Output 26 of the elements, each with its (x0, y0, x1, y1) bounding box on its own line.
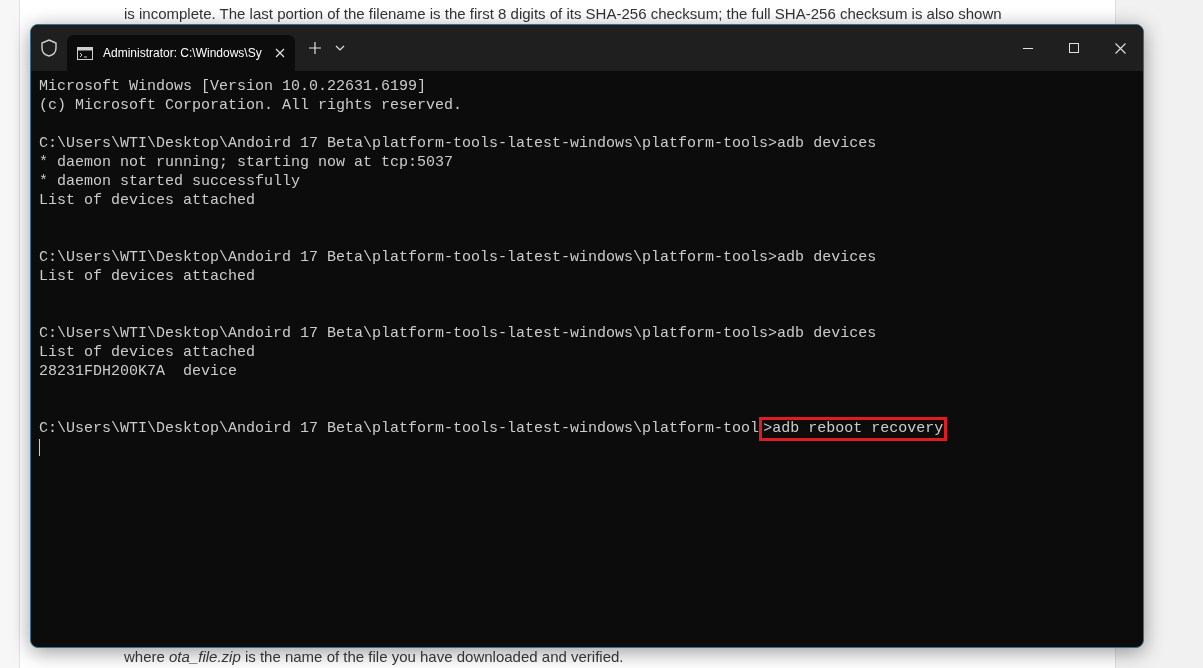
terminal-line: List of devices attached (39, 343, 257, 362)
terminal-line: List of devices attached (39, 267, 257, 286)
tab-title: Administrator: C:\Windows\Sy (103, 45, 262, 62)
terminal-line: C:\Users\WTI\Desktop\Andoird 17 Beta\platform-tools-latest-windows\platform-tools>adb devices (39, 248, 878, 267)
terminal-line: * daemon not running; starting now at tcp:5037 (39, 153, 455, 172)
article-text: is incomplete. The last portion of the filename is the first 8 digits of its SHA-256 checksum; the full SHA-256 checksum is also shown (123, 4, 1002, 24)
terminal-line: C:\Users\WTI\Desktop\Andoird 17 Beta\platform-tools-latest-windows\platform-tool (39, 419, 760, 438)
text-cursor (39, 439, 40, 456)
article-text: where ota_file.zip is the name of the file you have downloaded and verified. (123, 648, 624, 665)
terminal-line: C:\Users\WTI\Desktop\Andoird 17 Beta\platform-tools-latest-windows\platform-tools>adb devices (39, 134, 878, 153)
chevron-down-icon[interactable] (335, 45, 345, 51)
shield-icon (41, 39, 57, 57)
terminal-line: C:\Users\WTI\Desktop\Andoird 17 Beta\platform-tools-latest-windows\platform-tools>adb devices (39, 324, 878, 343)
terminal-line: (c) Microsoft Corporation. All rights reserved. (39, 96, 464, 115)
maximize-icon (1069, 43, 1079, 53)
terminal-line: 28231FDH200K7A device (39, 362, 239, 381)
terminal-line: Microsoft Windows [Version 10.0.22631.6199] (39, 77, 428, 96)
close-icon[interactable] (275, 48, 285, 58)
terminal-line: * daemon started successfully (39, 172, 302, 191)
plus-icon[interactable] (309, 42, 321, 54)
minimize-icon (1023, 47, 1033, 49)
terminal-line: List of devices attached (39, 191, 257, 210)
close-icon (1114, 42, 1126, 54)
highlighted-command: >adb reboot recovery (759, 416, 948, 441)
terminal-tab[interactable]: Administrator: C:\Windows\Sy (67, 35, 295, 71)
terminal-icon (77, 46, 93, 60)
